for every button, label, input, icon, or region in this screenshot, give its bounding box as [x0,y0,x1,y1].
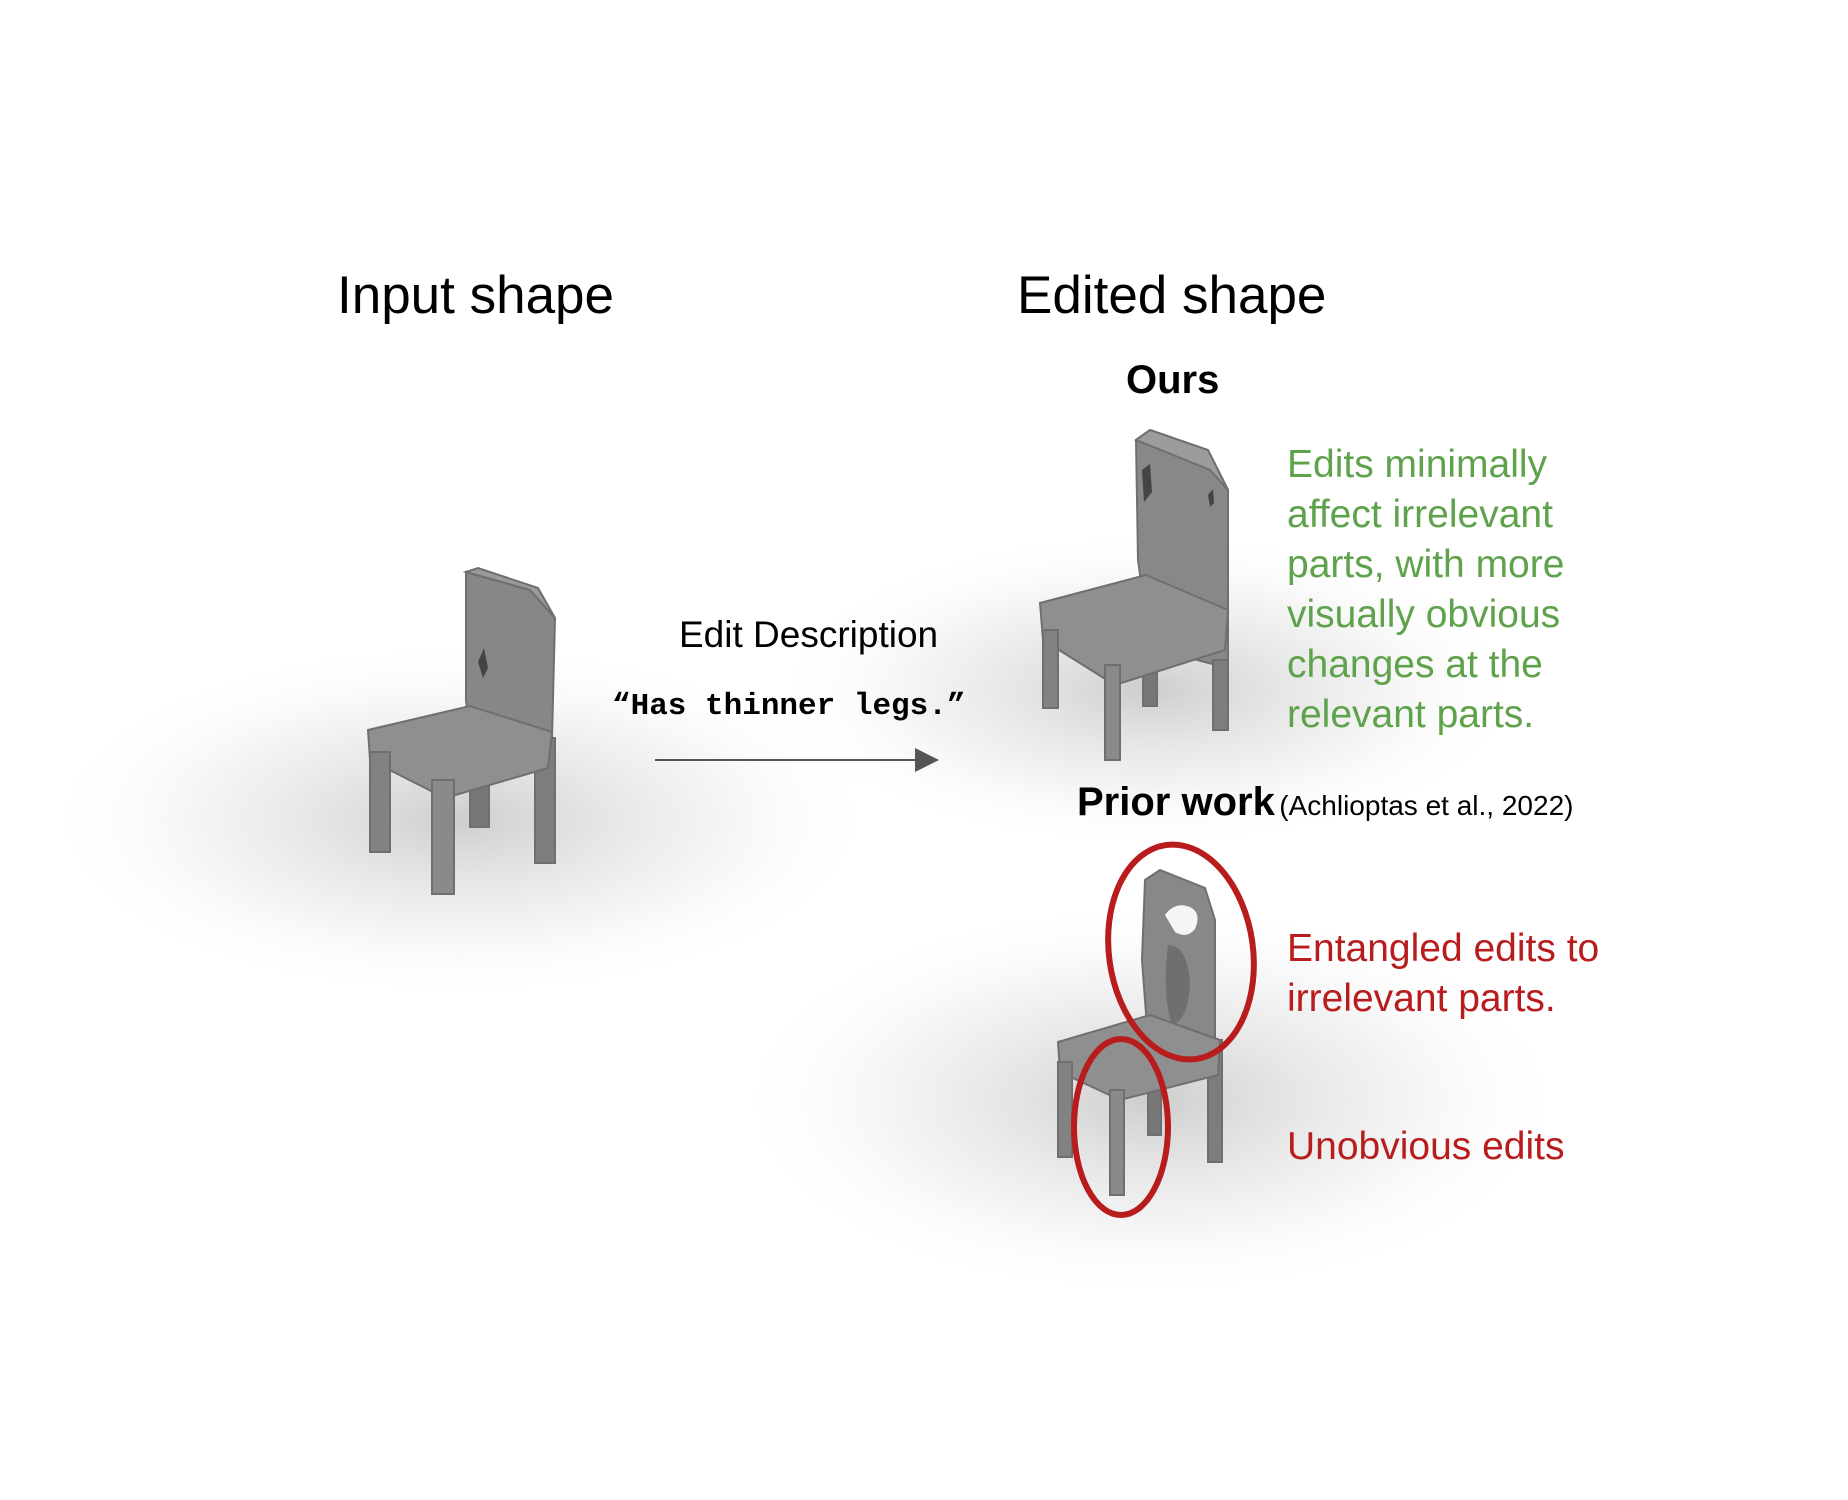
ours-note-line: Edits minimally [1287,443,1548,486]
edit-description-label: Edit Description [679,614,939,655]
input-shape-heading: Input shape [337,266,615,325]
edited-shape-heading: Edited shape [1017,266,1327,325]
ours-label: Ours [1126,358,1220,402]
ours-note-line: affect irrelevant [1287,493,1553,536]
prior-work-citation: (Achlioptas et al., 2022) [1279,790,1574,821]
edit-description-text: “Has thinner legs.” [612,689,966,724]
entangled-edits-note: Entangled edits to irrelevant parts. [1287,924,1599,1024]
ours-note-line: parts, with more [1287,543,1565,586]
ours-note-line: changes at the [1287,643,1543,686]
ours-note-line: relevant parts. [1287,693,1535,736]
unobvious-edits-note: Unobvious edits [1287,1125,1565,1168]
entangled-note-line: Entangled edits to [1287,927,1600,970]
prior-work-header: Prior work (Achlioptas et al., 2022) [1077,780,1573,825]
entangled-note-line: irrelevant parts. [1287,977,1556,1020]
ours-note: Edits minimally affect irrelevant parts,… [1287,440,1564,740]
prior-work-label: Prior work [1077,780,1275,824]
figure-canvas [40,428,1570,1300]
ours-note-line: visually obvious [1287,593,1561,636]
